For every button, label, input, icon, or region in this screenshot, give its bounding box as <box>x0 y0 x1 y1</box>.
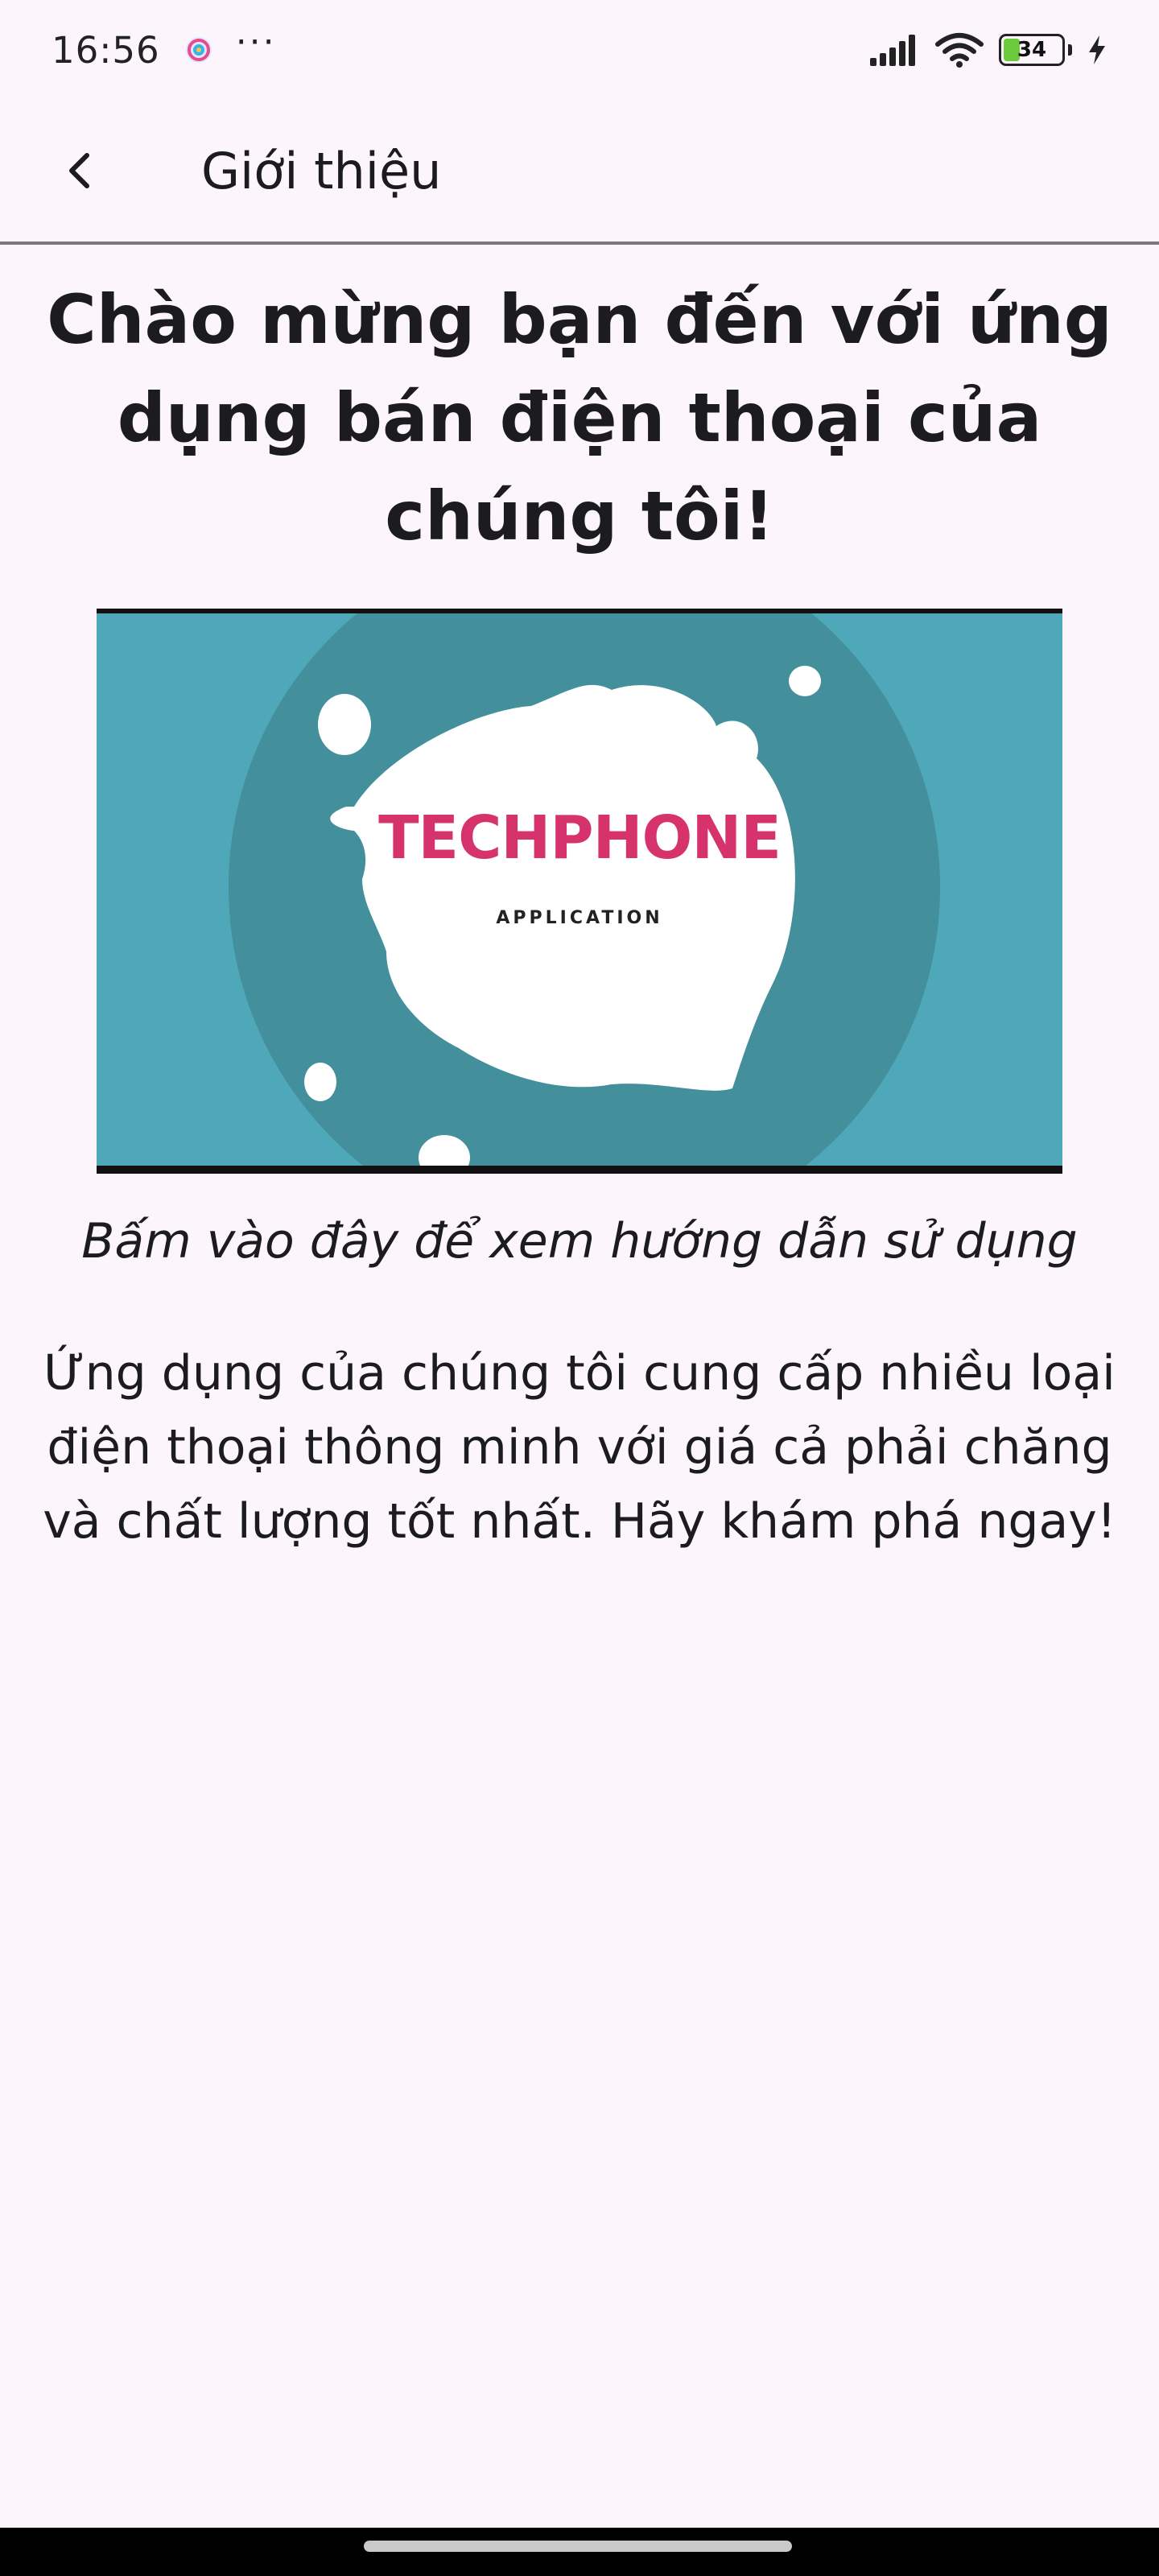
wifi-icon <box>935 33 984 68</box>
status-indicators: 34 <box>868 31 1107 68</box>
banner-artwork <box>97 613 1062 1166</box>
page-title: Giới thiệu <box>201 141 442 200</box>
signal-icon <box>870 35 915 66</box>
banner-brand-text: TECHPHONE <box>378 803 782 873</box>
battery-tip <box>1068 44 1072 56</box>
app-notification-icon <box>185 37 212 63</box>
app-description: Ứng dụng của chúng tôi cung cấp nhiều lo… <box>43 1345 1116 1550</box>
battery-level: 34 <box>1017 38 1047 62</box>
charging-bolt-icon <box>1089 35 1105 64</box>
chevron-left-icon <box>69 153 89 188</box>
techphone-banner-image[interactable]: TECHPHONE APPLICATION <box>97 609 1062 1174</box>
home-indicator[interactable] <box>364 2541 792 2552</box>
app-bar-divider <box>0 242 1159 245</box>
status-bar: 16:56 ··· 34 <box>0 0 1159 100</box>
banner-subtitle-text: APPLICATION <box>496 908 663 928</box>
more-notifications-icon: ··· <box>235 22 277 63</box>
user-guide-link[interactable]: Bấm vào đây để xem hướng dẫn sử dụng <box>32 1203 1127 1280</box>
app-bar: Giới thiệu <box>0 100 1159 242</box>
system-navigation-bar <box>0 2528 1159 2576</box>
status-time: 16:56 <box>52 28 160 72</box>
welcome-headline: Chào mừng bạn đến với ứng dụng bán điện … <box>47 280 1112 555</box>
intro-screen: 16:56 ··· 34 Giới thiệu Chào mừng bạn đế… <box>0 0 1159 2576</box>
battery-icon: 34 <box>999 34 1065 66</box>
back-button[interactable] <box>32 122 129 219</box>
